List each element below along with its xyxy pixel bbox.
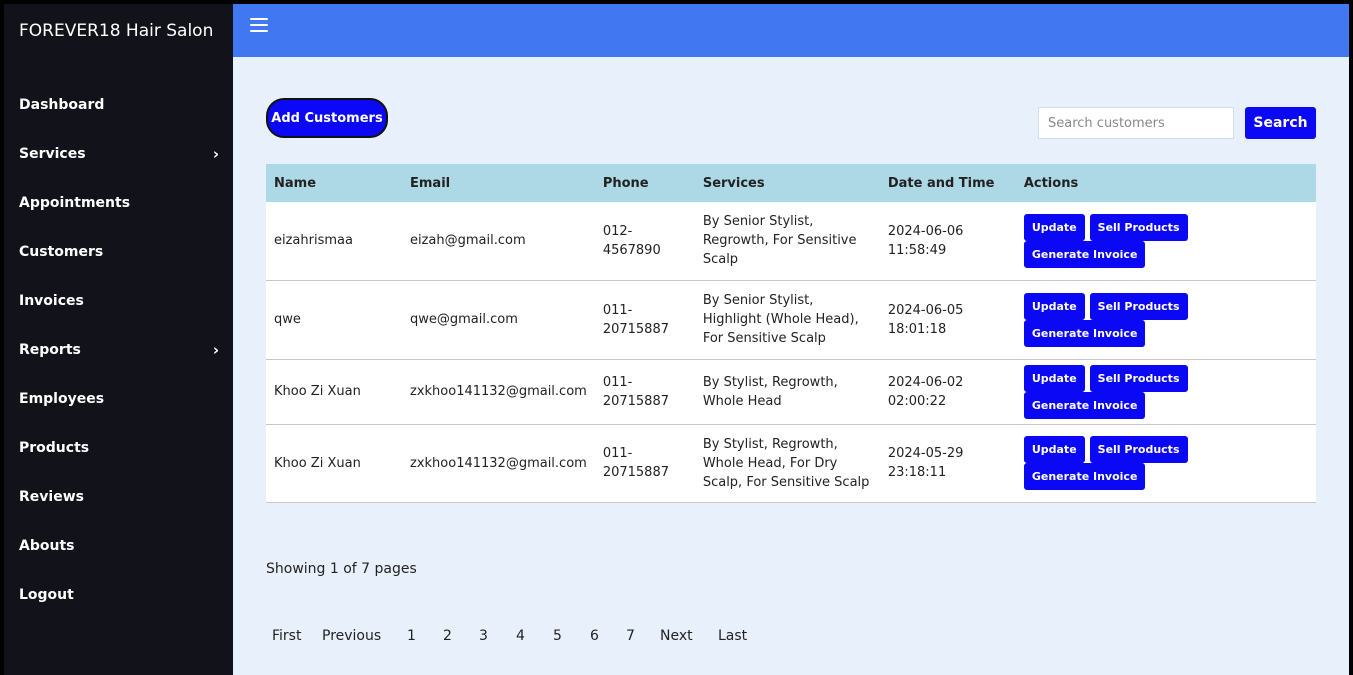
cell-email: zxkhoo141132@gmail.com xyxy=(402,359,595,425)
add-customers-button[interactable]: Add Customers xyxy=(266,98,388,138)
cell-actions: Update Sell ProductsGenerate Invoice xyxy=(1015,202,1316,281)
chevron-right-icon: › xyxy=(212,144,219,163)
header-name: Name xyxy=(274,175,317,191)
cell-services: By Senior Stylist, Regrowth, For Sensiti… xyxy=(694,202,880,281)
cell-actions: Update Sell ProductsGenerate Invoice xyxy=(1015,280,1316,360)
cell-date-time: 2024-06-05 18:01:18 xyxy=(879,280,1016,360)
header-services: Services xyxy=(702,175,765,191)
table-row: Khoo Zi Xuan zxkhoo141132@gmail.com 011-… xyxy=(266,359,1316,425)
sidebar-item-label: Dashboard xyxy=(19,96,105,113)
sidebar-item-label: Reports xyxy=(19,341,81,358)
search-button[interactable]: Search xyxy=(1245,107,1316,139)
sell-products-button[interactable]: Sell Products xyxy=(1089,436,1188,463)
sidebar-item-label: Logout xyxy=(19,586,74,603)
sidebar-item-label: Appointments xyxy=(19,194,131,211)
sidebar-item-reports[interactable]: Reports › xyxy=(4,325,233,374)
cell-name: eizahrismaa xyxy=(266,202,402,281)
cell-phone: 011-20715887 xyxy=(594,280,695,360)
generate-invoice-button[interactable]: Generate Invoice xyxy=(1023,240,1146,268)
cell-date-time: 2024-06-02 02:00:22 xyxy=(879,359,1016,425)
cell-services: By Stylist, Regrowth, Whole Head, For Dr… xyxy=(694,424,880,503)
sidebar-item-products[interactable]: Products xyxy=(4,423,233,472)
customers-table: Name Email Phone Services Date and Time … xyxy=(266,164,1316,503)
table-row: qwe qwe@gmail.com 011-20715887 By Senior… xyxy=(266,280,1316,360)
sidebar-item-abouts[interactable]: Abouts xyxy=(4,521,233,570)
page-link[interactable]: 7 xyxy=(626,628,660,644)
page-link[interactable]: 4 xyxy=(516,628,553,644)
chevron-right-icon: › xyxy=(212,340,219,359)
sidebar-item-label: Services xyxy=(19,145,86,162)
sidebar-item-label: Reviews xyxy=(19,488,84,505)
cell-services: By Stylist, Regrowth, Whole Head xyxy=(694,359,880,425)
header-date-time: Date and Time xyxy=(887,175,995,191)
table-row: Khoo Zi Xuan zxkhoo141132@gmail.com 011-… xyxy=(266,424,1316,503)
sidebar-item-label: Customers xyxy=(19,243,104,260)
hamburger-menu-icon[interactable] xyxy=(250,18,268,32)
cell-services: By Senior Stylist, Highlight (Whole Head… xyxy=(694,280,880,360)
sidebar-item-services[interactable]: Services › xyxy=(4,129,233,178)
table-header-row: Name Email Phone Services Date and Time … xyxy=(266,164,1316,202)
sidebar-item-reviews[interactable]: Reviews xyxy=(4,472,233,521)
update-button[interactable]: Update xyxy=(1023,292,1085,320)
pagination: First Previous 1 2 3 4 5 6 7 Next Last xyxy=(266,628,747,644)
app-frame: FOREVER18 Hair Salon Dashboard Services ›… xyxy=(4,4,1349,675)
page-first-link[interactable]: First xyxy=(266,628,322,644)
cell-date-time: 2024-05-29 23:18:11 xyxy=(879,424,1016,503)
cell-phone: 011-20715887 xyxy=(594,359,695,425)
cell-phone: 012-4567890 xyxy=(594,202,695,281)
cell-actions: Update Sell ProductsGenerate Invoice xyxy=(1015,424,1316,503)
sidebar-item-dashboard[interactable]: Dashboard xyxy=(4,80,233,129)
sidebar: FOREVER18 Hair Salon Dashboard Services ›… xyxy=(4,4,233,675)
header-email: Email xyxy=(410,175,451,191)
sidebar-item-employees[interactable]: Employees xyxy=(4,374,233,423)
sidebar-item-customers[interactable]: Customers xyxy=(4,227,233,276)
generate-invoice-button[interactable]: Generate Invoice xyxy=(1023,319,1146,347)
page-link[interactable]: 5 xyxy=(553,628,590,644)
page-last-link[interactable]: Last xyxy=(718,628,747,644)
top-bar xyxy=(233,4,1349,57)
cell-name: Khoo Zi Xuan xyxy=(266,359,402,425)
generate-invoice-button[interactable]: Generate Invoice xyxy=(1023,463,1146,490)
cell-date-time: 2024-06-06 11:58:49 xyxy=(879,202,1016,281)
search-input[interactable] xyxy=(1038,107,1234,139)
header-phone: Phone xyxy=(602,175,649,191)
sidebar-item-invoices[interactable]: Invoices xyxy=(4,276,233,325)
page-link[interactable]: 2 xyxy=(443,628,479,644)
cell-actions: Update Sell ProductsGenerate Invoice xyxy=(1015,359,1316,425)
sell-products-button[interactable]: Sell Products xyxy=(1089,213,1188,241)
table-row: eizahrismaa eizah@gmail.com 012-4567890 … xyxy=(266,202,1316,281)
update-button[interactable]: Update xyxy=(1023,436,1085,463)
cell-name: Khoo Zi Xuan xyxy=(266,424,402,503)
sell-products-button[interactable]: Sell Products xyxy=(1089,364,1188,392)
page-next-link[interactable]: Next xyxy=(660,628,718,644)
cell-email: eizah@gmail.com xyxy=(402,202,595,281)
page-previous-link[interactable]: Previous xyxy=(322,628,407,644)
generate-invoice-button[interactable]: Generate Invoice xyxy=(1023,391,1146,419)
page-link[interactable]: 3 xyxy=(479,628,516,644)
header-actions: Actions xyxy=(1023,175,1079,191)
brand-title: FOREVER18 Hair Salon xyxy=(19,20,214,41)
sell-products-button[interactable]: Sell Products xyxy=(1089,292,1188,320)
page-link[interactable]: 1 xyxy=(407,628,443,644)
update-button[interactable]: Update xyxy=(1023,213,1085,241)
update-button[interactable]: Update xyxy=(1023,364,1085,392)
cell-email: zxkhoo141132@gmail.com xyxy=(402,424,595,503)
page-link[interactable]: 6 xyxy=(590,628,626,644)
sidebar-item-label: Products xyxy=(19,439,90,456)
cell-phone: 011-20715887 xyxy=(594,424,695,503)
sidebar-item-label: Abouts xyxy=(19,537,75,554)
sidebar-item-label: Employees xyxy=(19,390,105,407)
sidebar-nav: Dashboard Services › Appointments Custome… xyxy=(4,80,233,619)
sidebar-item-label: Invoices xyxy=(19,292,84,309)
sidebar-item-logout[interactable]: Logout xyxy=(4,570,233,619)
pagination-summary: Showing 1 of 7 pages xyxy=(266,561,417,577)
main-content: Add Customers Search Name Email Phone Se… xyxy=(233,57,1349,675)
sidebar-item-appointments[interactable]: Appointments xyxy=(4,178,233,227)
cell-name: qwe xyxy=(266,280,402,360)
cell-email: qwe@gmail.com xyxy=(402,280,595,360)
